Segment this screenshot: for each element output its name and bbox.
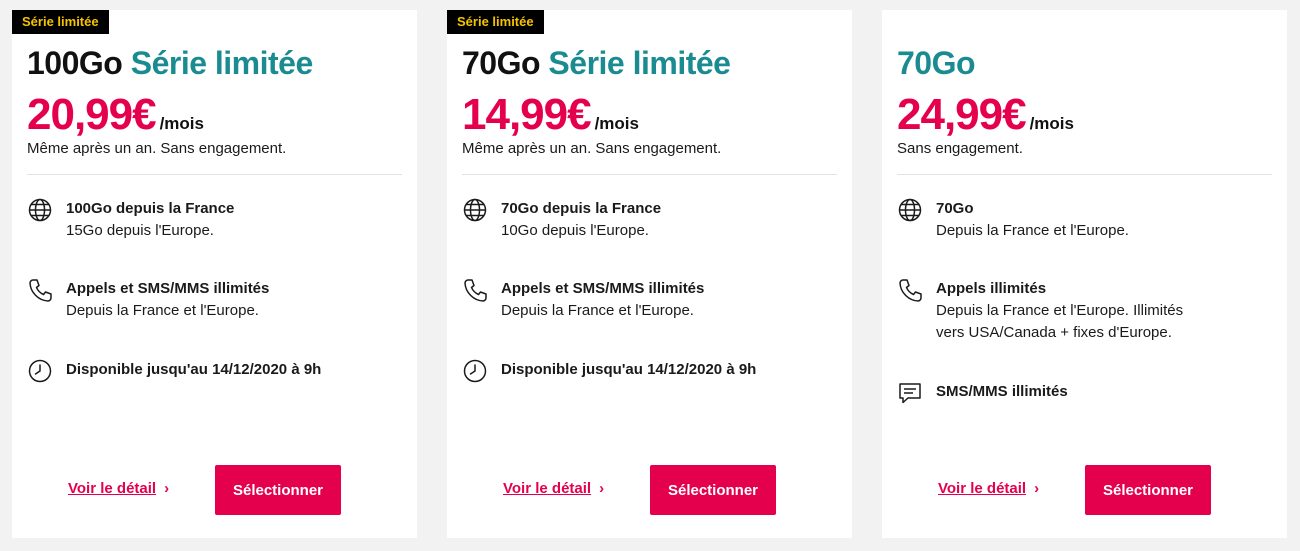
divider — [897, 174, 1272, 175]
clock-icon — [462, 358, 488, 384]
select-button[interactable]: Sélectionner — [650, 465, 776, 515]
price-period: /mois — [1029, 114, 1074, 133]
feature-title: 70Go — [936, 200, 974, 217]
price-period: /mois — [594, 114, 639, 133]
view-detail-link[interactable]: Voir le détail › — [938, 480, 1039, 497]
chevron-right-icon: › — [599, 480, 605, 497]
feature-description: 15Go depuis l'Europe. — [66, 222, 214, 239]
price-conditions: Même après un an. Sans engagement. — [462, 140, 722, 157]
feature-title: Appels illimités — [936, 280, 1047, 297]
plan-data-amount: 70Go — [462, 45, 541, 81]
feature-title: Disponible jusqu'au 14/12/2020 à 9h — [66, 361, 322, 378]
select-button[interactable]: Sélectionner — [1085, 465, 1211, 515]
chat-bubble-icon — [897, 380, 923, 406]
globe-icon — [897, 197, 923, 223]
feature-description: 10Go depuis l'Europe. — [501, 222, 649, 239]
divider — [462, 174, 837, 175]
chevron-right-icon: › — [1034, 480, 1040, 497]
offer-card-100go: Série limitée 100Go Série limitée 20,99€… — [12, 10, 417, 538]
offer-card-70go: 70Go 24,99€/mois Sans engagement. 70Go D… — [882, 10, 1287, 538]
select-button[interactable]: Sélectionner — [215, 465, 341, 515]
plan-data-amount: 70Go — [897, 45, 976, 81]
price: 14,99€ — [462, 90, 592, 139]
phone-icon — [897, 277, 923, 303]
feature-title: 100Go depuis la France — [66, 200, 235, 217]
plan-title: 70Go — [897, 43, 976, 83]
price-conditions: Même après un an. Sans engagement. — [27, 140, 287, 157]
plan-series-label: Série limitée — [548, 45, 731, 81]
feature-description: Depuis la France et l'Europe. — [66, 302, 259, 319]
plan-title: 70Go Série limitée — [462, 43, 731, 83]
clock-icon — [27, 358, 53, 384]
price-period: /mois — [159, 114, 204, 133]
view-detail-label: Voir le détail — [938, 480, 1027, 497]
plan-title: 100Go Série limitée — [27, 43, 313, 83]
feature-description: Depuis la France et l'Europe. — [936, 222, 1129, 239]
globe-icon — [462, 197, 488, 223]
feature-title: SMS/MMS illimités — [936, 383, 1068, 400]
divider — [27, 174, 402, 175]
price: 20,99€ — [27, 90, 157, 139]
feature-title: Appels et SMS/MMS illimités — [501, 280, 705, 297]
globe-icon — [27, 197, 53, 223]
chevron-right-icon: › — [164, 480, 170, 497]
plan-data-amount: 100Go — [27, 45, 123, 81]
view-detail-label: Voir le détail — [68, 480, 157, 497]
feature-description: Depuis la France et l'Europe. Illimités … — [936, 302, 1184, 341]
feature-title: 70Go depuis la France — [501, 200, 662, 217]
price: 24,99€ — [897, 90, 1027, 139]
limited-series-badge: Série limitée — [12, 10, 109, 34]
offer-card-70go-limited: Série limitée 70Go Série limitée 14,99€ /… — [447, 10, 852, 538]
phone-icon — [462, 277, 488, 303]
feature-description: Depuis la France et l'Europe. — [501, 302, 694, 319]
limited-series-badge: Série limitée — [447, 10, 544, 34]
view-detail-link[interactable]: Voir le détail › — [503, 480, 604, 497]
feature-title: Appels et SMS/MMS illimités — [66, 280, 270, 297]
phone-icon — [27, 277, 53, 303]
view-detail-link[interactable]: Voir le détail › — [68, 480, 169, 497]
feature-title: Disponible jusqu'au 14/12/2020 à 9h — [501, 361, 757, 378]
view-detail-label: Voir le détail — [503, 480, 592, 497]
plan-series-label: Série limitée — [130, 45, 314, 81]
price-conditions: Sans engagement. — [897, 140, 1023, 157]
